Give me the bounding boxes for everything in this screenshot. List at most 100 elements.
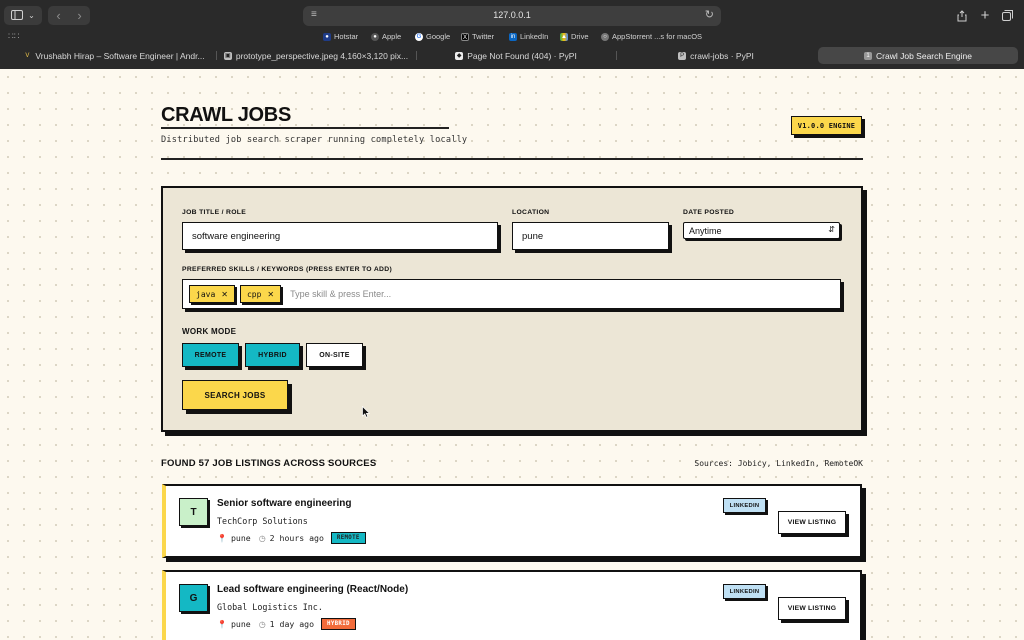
tab-label: Page Not Found (404) · PyPI (467, 50, 577, 61)
sidebar-icon (11, 9, 24, 23)
tab-image[interactable]: ▣ prototype_perspective.jpeg 4,160×3,120 … (218, 47, 414, 64)
hotstar-icon: ● (323, 32, 331, 41)
location-pin-icon: 📍 (217, 619, 227, 629)
job-title: Senior software engineering (217, 498, 352, 509)
apple-icon: ● (371, 32, 379, 41)
bookmarks-bar: ∷∷ ● Hotstar ● Apple G Google X Twitter in Li… (0, 31, 1024, 44)
bookmark-label: Google (426, 32, 451, 41)
remove-chip-icon[interactable]: ✕ (221, 290, 228, 299)
forward-button[interactable]: › (69, 8, 90, 23)
share-button[interactable] (952, 6, 972, 25)
skill-chip: java ✕ (189, 285, 235, 303)
company-name: Global Logistics Inc. (217, 602, 323, 612)
sidebar-toggle-button[interactable]: ⌄ (4, 6, 42, 25)
company-avatar: G (179, 584, 208, 612)
reload-icon[interactable]: ↻ (705, 8, 714, 21)
company-avatar: T (179, 498, 208, 526)
job-location: pune (230, 533, 251, 543)
bookmark-twitter[interactable]: X Twitter (461, 32, 494, 41)
page-title: CRAWL JOBS (161, 104, 291, 126)
tab-vrushabh[interactable]: V Vrushabh Hirap – Software Engineer | An… (14, 47, 214, 64)
source-badge: LINKEDIN (723, 498, 766, 513)
pypi-icon: P (678, 51, 687, 60)
tab-strip: V Vrushabh Hirap – Software Engineer | An… (0, 45, 1024, 66)
skills-label: PREFERRED SKILLS / KEYWORDS (PRESS ENTER… (182, 266, 393, 273)
select-arrows-icon: ⇵ (828, 225, 835, 234)
job-card: T Senior software engineering TechCorp S… (162, 484, 862, 558)
location-input[interactable]: pune (512, 222, 669, 250)
skill-chip-label: cpp (246, 289, 262, 299)
drive-icon: ▲ (560, 32, 568, 41)
bookmark-drive[interactable]: ▲ Drive (560, 32, 589, 41)
view-listing-button[interactable]: VIEW LISTING (778, 511, 846, 534)
address-bar[interactable]: ≡ 127.0.0.1 ↻ (303, 6, 721, 26)
bookmark-label: Apple (382, 32, 402, 41)
image-icon: ▣ (223, 51, 232, 60)
results-sources: Sources: Jobicy, LinkedIn, RemoteOK (694, 459, 863, 468)
page-icon: 1 (864, 51, 873, 60)
job-title-label: JOB TITLE / ROLE (182, 209, 247, 216)
work-mode-tag: REMOTE (330, 532, 366, 544)
job-title-input[interactable]: software engineering (182, 222, 498, 250)
skill-chip: cpp ✕ (239, 285, 282, 303)
bookmark-label: LinkedIn (520, 32, 549, 41)
results-heading: FOUND 57 JOB LISTINGS ACROSS SOURCES (161, 458, 377, 469)
pypi-icon: ◆ (455, 51, 464, 60)
title-underline (161, 127, 449, 129)
skills-input-box[interactable]: java ✕ cpp ✕ Type skill & press Enter... (182, 279, 841, 309)
bookmark-hotstar[interactable]: ● Hotstar (323, 32, 358, 41)
location-pin-icon: 📍 (217, 533, 227, 543)
date-posted-value: Anytime (689, 225, 722, 236)
bookmark-linkedin[interactable]: in LinkedIn (509, 32, 548, 41)
tab-label: Crawl Job Search Engine (876, 50, 972, 61)
location-label: LOCATION (512, 209, 550, 216)
date-posted-select[interactable]: Anytime ⇵ (683, 222, 840, 239)
tab-pypi-404[interactable]: ◆ Page Not Found (404) · PyPI (418, 47, 614, 64)
v-icon: V (23, 51, 32, 60)
date-posted-label: DATE POSTED (683, 209, 735, 216)
bookmark-label: Drive (571, 32, 589, 41)
job-posted: 1 day ago (269, 619, 315, 629)
view-listing-button[interactable]: VIEW LISTING (778, 597, 846, 620)
tab-overview-button[interactable] (998, 6, 1016, 25)
grid-icon[interactable]: ∷∷ (8, 31, 19, 42)
job-card: G Lead software engineering (React/Node)… (162, 570, 862, 640)
job-meta: 📍 pune ◷ 2 hours ago REMOTE (217, 532, 366, 544)
skills-input[interactable]: Type skill & press Enter... (290, 289, 391, 299)
job-title: Lead software engineering (React/Node) (217, 584, 409, 595)
url-text: 127.0.0.1 (493, 10, 531, 20)
mode-hybrid-toggle[interactable]: HYBRID (245, 343, 300, 367)
bookmark-label: Hotstar (334, 32, 359, 41)
job-posted: 2 hours ago (269, 533, 324, 543)
new-tab-button[interactable]: + (976, 6, 994, 25)
bookmark-google[interactable]: G Google (415, 32, 450, 41)
search-jobs-button[interactable]: SEARCH JOBS (182, 380, 288, 410)
bookmark-label: AppStorrent ...s for macOS (612, 32, 703, 41)
share-icon (957, 9, 967, 21)
tab-separator (616, 51, 617, 60)
globe-icon: ○ (601, 32, 609, 41)
job-location: pune (230, 619, 251, 629)
nav-buttons: ‹ › (48, 6, 90, 25)
mode-remote-toggle[interactable]: REMOTE (182, 343, 239, 367)
version-badge: V1.0.0 ENGINE (791, 116, 862, 135)
plus-icon: + (980, 7, 990, 24)
page-subtitle: Distributed job search scraper running c… (161, 135, 468, 145)
company-name: TechCorp Solutions (217, 516, 308, 526)
mode-onsite-toggle[interactable]: ON-SITE (306, 343, 363, 367)
tab-separator (216, 51, 217, 60)
tab-label: prototype_perspective.jpeg 4,160×3,120 p… (235, 50, 409, 61)
work-mode-tag: HYBRID (321, 618, 356, 630)
remove-chip-icon[interactable]: ✕ (267, 290, 274, 299)
tab-crawl-job-search[interactable]: 1 Crawl Job Search Engine (818, 47, 1018, 64)
bookmark-apple[interactable]: ● Apple (371, 32, 401, 41)
browser-chrome: ⌄ ‹ › ≡ 127.0.0.1 ↻ + ∷∷ ● Hotstar ● Apple… (0, 0, 1024, 69)
work-mode-label: WORK MODE (182, 327, 237, 336)
back-button[interactable]: ‹ (48, 8, 69, 23)
source-badge: LINKEDIN (723, 584, 766, 599)
tab-label: crawl-jobs · PyPI (690, 50, 754, 61)
chevron-down-icon: ⌄ (28, 11, 35, 20)
bookmark-appstorrent[interactable]: ○ AppStorrent ...s for macOS (601, 32, 702, 41)
tab-crawl-jobs-pypi[interactable]: Pcrawl-jobs · PyPI (618, 47, 814, 64)
browser-toolbar: ⌄ ‹ › ≡ 127.0.0.1 ↻ + (0, 0, 1024, 31)
